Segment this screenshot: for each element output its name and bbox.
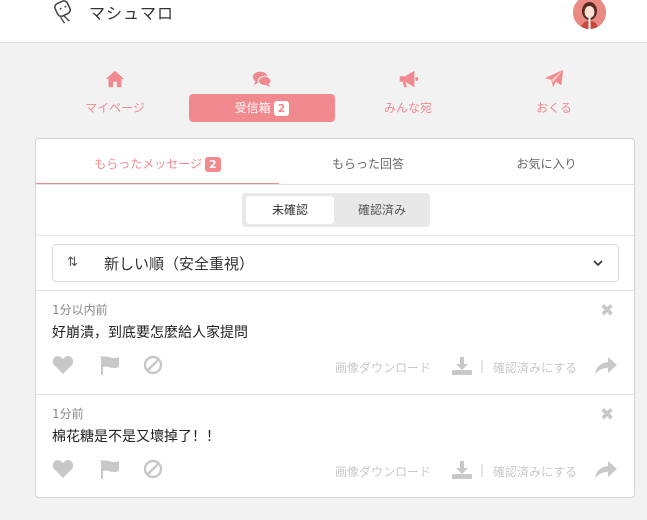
- filter-unconfirmed-button[interactable]: 未確認: [246, 196, 334, 224]
- nav-label: マイページ: [85, 101, 145, 115]
- download-icon[interactable]: [452, 461, 472, 483]
- inbox-count-badge: 2: [273, 101, 290, 116]
- mark-confirmed-button[interactable]: 確認済みにする: [493, 359, 577, 376]
- comments-icon: [252, 71, 272, 88]
- tab-received-messages[interactable]: もらったメッセージ 2: [36, 139, 279, 185]
- tab-favorites[interactable]: お気に入り: [457, 139, 636, 185]
- tab-label: お気に入り: [516, 157, 577, 171]
- image-download-button[interactable]: 画像ダウンロード: [335, 359, 431, 376]
- sort-arrows-icon: ⇅: [67, 255, 78, 270]
- flag-icon[interactable]: [100, 355, 121, 375]
- divider: [36, 235, 636, 236]
- nav-item-send[interactable]: おくる: [481, 66, 627, 124]
- marshmallow-logo-icon: [54, 0, 72, 23]
- close-icon[interactable]: ✖: [600, 303, 614, 320]
- mark-confirmed-button[interactable]: 確認済みにする: [493, 463, 577, 480]
- message-time: 1分以内前: [52, 303, 108, 317]
- heart-icon[interactable]: [52, 355, 74, 375]
- message-text: 棉花糖是不是又壞掉了！！: [52, 429, 220, 445]
- confirm-filter-toggle: 未確認 確認済み: [242, 193, 430, 227]
- divider: [36, 184, 636, 185]
- message-time: 1分前: [52, 407, 84, 421]
- nav-item-inbox[interactable]: 受信箱 2: [189, 66, 335, 124]
- nav-label: みんな宛: [383, 101, 432, 115]
- block-icon[interactable]: [143, 355, 163, 375]
- separator: |: [480, 359, 485, 373]
- app-logo[interactable]: マシュマロ: [50, 0, 174, 24]
- inbox-panel: もらったメッセージ 2 もらった回答 お気に入り 未確認 確認済み ⇅ 新しい順（…: [35, 138, 636, 499]
- tab-label: もらった回答: [331, 157, 404, 171]
- block-icon[interactable]: [143, 459, 163, 479]
- flag-icon[interactable]: [100, 459, 121, 479]
- share-arrow-icon[interactable]: [595, 357, 617, 379]
- separator: |: [480, 463, 485, 477]
- sort-selected-value: 新しい順（安全重視）: [104, 255, 255, 273]
- top-header: マシュマロ: [0, 0, 647, 43]
- image-download-button[interactable]: 画像ダウンロード: [335, 463, 431, 480]
- home-icon: [105, 70, 125, 88]
- inbox-tabs: もらったメッセージ 2 もらった回答 お気に入り: [36, 139, 636, 185]
- megaphone-icon: [399, 70, 419, 88]
- message-text: 好崩潰，到底要怎麼給人家提問: [52, 325, 248, 341]
- filter-confirmed-button[interactable]: 確認済み: [338, 196, 426, 224]
- nav-item-mypage[interactable]: マイページ: [42, 66, 188, 124]
- nav-label: 受信箱: [234, 101, 271, 115]
- share-arrow-icon[interactable]: [595, 461, 617, 483]
- heart-icon[interactable]: [52, 459, 74, 479]
- download-icon[interactable]: [452, 357, 472, 379]
- user-avatar[interactable]: [573, 0, 606, 29]
- sort-select[interactable]: ⇅ 新しい順（安全重視）: [52, 244, 619, 282]
- tab-received-answers[interactable]: もらった回答: [279, 139, 457, 185]
- main-nav: マイページ 受信箱 2 みんな宛 おくる: [36, 66, 636, 124]
- message-card: 1分以内前 好崩潰，到底要怎麼給人家提問 ✖ 画像ダウンロード | 確認済みにす…: [36, 291, 636, 395]
- tab-label: もらったメッセージ: [94, 157, 203, 171]
- nav-item-everyone[interactable]: みんな宛: [335, 66, 481, 124]
- received-count-badge: 2: [205, 157, 221, 172]
- chevron-down-icon: [593, 260, 603, 267]
- inbox-pill: 受信箱 2: [189, 94, 335, 122]
- app-name: マシュマロ: [89, 4, 175, 23]
- message-card: 1分前 棉花糖是不是又壞掉了！！ ✖ 画像ダウンロード | 確認済みにする: [36, 395, 636, 499]
- nav-label: おくる: [536, 101, 572, 115]
- close-icon[interactable]: ✖: [600, 407, 614, 424]
- paper-plane-icon: [544, 69, 564, 88]
